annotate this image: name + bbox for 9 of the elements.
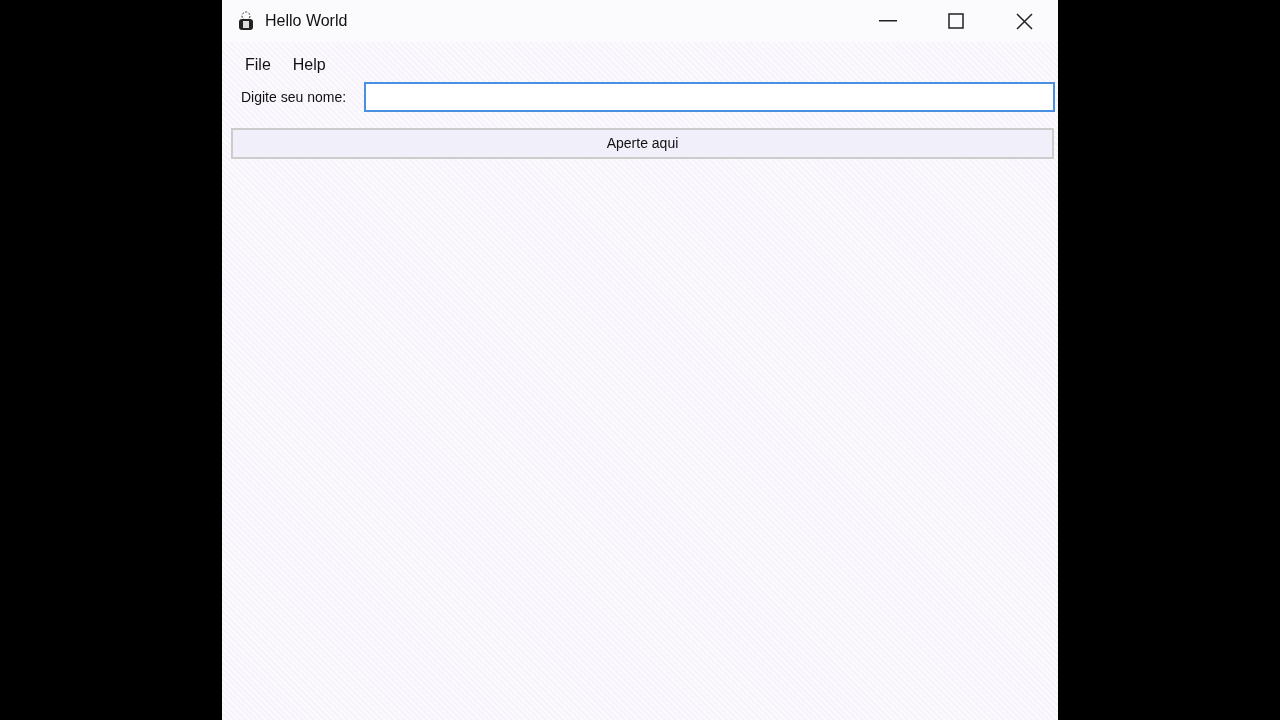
- name-input-field[interactable]: [364, 82, 1055, 112]
- window-title: Hello World: [265, 11, 348, 31]
- close-icon: [1015, 12, 1033, 30]
- minimize-icon: [879, 20, 897, 22]
- field-label: Digite seu nome:: [241, 87, 347, 107]
- menu-item[interactable]: Help: [281, 48, 337, 82]
- submit-button[interactable]: Aperte aqui: [231, 128, 1054, 159]
- maximize-icon: [948, 13, 964, 29]
- menu-item[interactable]: File: [234, 48, 282, 82]
